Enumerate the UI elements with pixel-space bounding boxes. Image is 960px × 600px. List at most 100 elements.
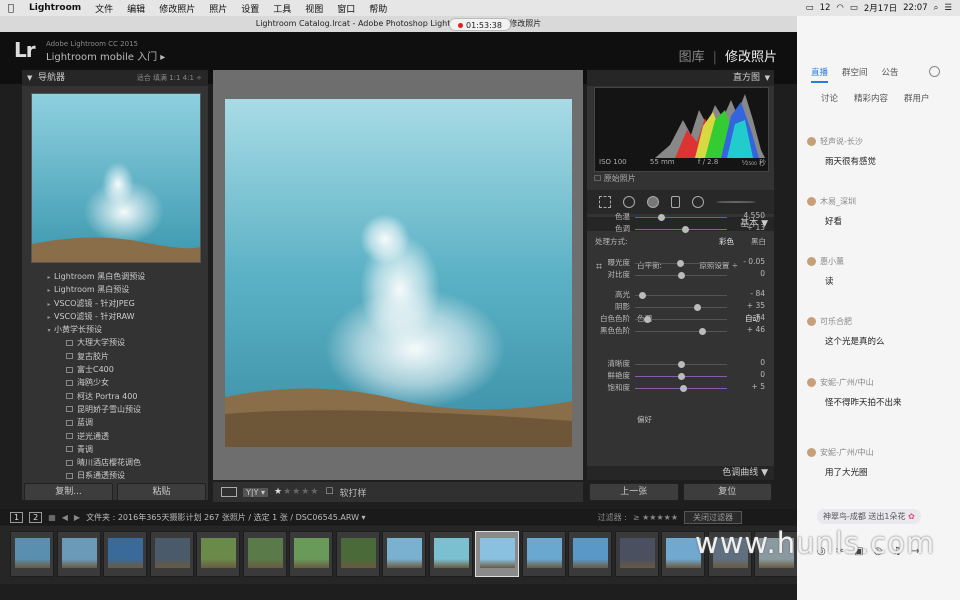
apple-icon[interactable]:  <box>0 3 22 14</box>
rating-stars[interactable]: ★★★★★ <box>274 487 319 497</box>
slider-track[interactable] <box>635 217 727 218</box>
filmstrip-thumbnail[interactable] <box>196 531 240 577</box>
radial-filter-icon[interactable] <box>692 196 704 208</box>
slider-value[interactable]: + 5 <box>752 382 765 391</box>
menu-list-icon[interactable]: ☰ <box>944 3 952 13</box>
menu-settings[interactable]: 设置 <box>234 2 266 15</box>
avatar[interactable] <box>807 378 816 387</box>
slider-value[interactable]: 4,550 <box>744 211 765 220</box>
preset-item[interactable]: 复古胶片 <box>22 350 208 363</box>
slider-knob[interactable] <box>677 260 685 267</box>
avatar[interactable] <box>807 257 816 266</box>
preset-item[interactable]: 昆明娇子雪山预设 <box>22 403 208 416</box>
mobile-link[interactable]: Lightroom mobile 入门 ▸ <box>46 48 165 63</box>
subtab-members[interactable]: 群用户 <box>904 92 930 104</box>
chat-user[interactable]: 安妮-广州/中山 <box>807 447 957 458</box>
disclosure-icon[interactable]: ▸ <box>44 271 54 284</box>
chat-user[interactable]: 惠小薰 <box>807 256 957 267</box>
menu-tools[interactable]: 工具 <box>266 2 298 15</box>
avatar[interactable] <box>807 137 816 146</box>
slider-knob[interactable] <box>681 226 689 233</box>
tab-group-space[interactable]: 群空间 <box>842 66 868 83</box>
filmstrip-thumbnail[interactable] <box>149 531 194 577</box>
treatment-bw[interactable]: 黑白 <box>751 236 766 247</box>
preset-item[interactable]: ▾ 小黄学长预设 <box>22 323 208 336</box>
status-badge[interactable]: 12 <box>820 3 831 13</box>
slider-value[interactable]: 0 <box>760 370 765 379</box>
disclosure-icon[interactable]: ▸ <box>44 311 54 324</box>
filmstrip-thumbnail[interactable] <box>382 531 426 577</box>
preset-item[interactable]: 柯达 Portra 400 <box>22 390 208 403</box>
filter-stars[interactable]: ≥ ★★★★★ <box>633 513 678 522</box>
subtab-discussion[interactable]: 讨论 <box>821 92 838 104</box>
folder-path[interactable]: 文件夹 : 2016年365天摄影计划 267 张照片 / 选定 1 张 / D… <box>86 512 366 523</box>
recording-timer[interactable]: 01:53:38 <box>449 18 511 31</box>
tab-live[interactable]: 直播 <box>811 66 829 83</box>
chat-user[interactable]: 可乐合肥 <box>807 316 957 327</box>
graduated-filter-icon[interactable] <box>671 196 680 208</box>
collapse-icon[interactable]: ▼ <box>27 70 32 86</box>
chat-user[interactable]: 轻声说-长沙 <box>807 136 957 147</box>
red-eye-icon[interactable] <box>647 196 659 208</box>
filmstrip-thumbnail[interactable] <box>103 531 147 577</box>
filmstrip-thumbnail[interactable] <box>475 531 519 577</box>
slider-value[interactable]: + 46 <box>747 325 765 334</box>
slider-knob[interactable] <box>678 373 685 380</box>
filmstrip-thumbnail[interactable] <box>568 531 612 577</box>
image-canvas[interactable] <box>213 70 583 480</box>
slider-knob[interactable] <box>678 361 685 368</box>
wifi-icon[interactable]: ◠ <box>836 3 843 13</box>
slider-knob[interactable] <box>693 304 701 311</box>
filmstrip-thumbnail[interactable] <box>335 531 380 577</box>
preset-item[interactable]: 大理大学预设 <box>22 336 208 349</box>
slider-value[interactable]: + 13 <box>747 223 765 232</box>
slider-track[interactable] <box>635 295 727 296</box>
preset-item[interactable]: ▸ VSCO滤镜 - 针对RAW <box>22 310 208 323</box>
zoom-options[interactable]: 适合 填满 1:1 4:1 ÷ <box>137 70 202 86</box>
histogram[interactable]: ISO 100 55 mm f / 2.8 ¹⁄₂₅₀₀ 秒 <box>594 87 769 172</box>
preset-item[interactable]: 富士C400 <box>22 363 208 376</box>
menu-file[interactable]: 文件 <box>88 2 120 15</box>
back-arrow-icon[interactable]: ◀ <box>62 513 68 522</box>
slider-track[interactable] <box>635 307 727 308</box>
collapse-icon[interactable]: ▼ <box>765 70 770 86</box>
subtab-highlights[interactable]: 精彩内容 <box>854 92 888 104</box>
screen-icon[interactable]: ▭ <box>806 3 814 13</box>
avatar[interactable] <box>807 197 816 206</box>
tab-announcement[interactable]: 公告 <box>882 66 899 83</box>
filmstrip-thumbnail[interactable] <box>521 531 566 577</box>
filmstrip-thumbnail[interactable] <box>289 531 333 577</box>
histogram-header[interactable]: 直方图 ▼ <box>587 70 774 86</box>
slider-value[interactable]: 0 <box>760 269 765 278</box>
filmstrip-thumbnail[interactable] <box>10 531 54 577</box>
disclosure-icon[interactable]: ▸ <box>44 298 54 311</box>
brush-slider[interactable] <box>716 201 756 203</box>
disclosure-icon[interactable]: ▸ <box>44 284 54 297</box>
navigator-preview[interactable] <box>31 93 201 263</box>
menu-develop[interactable]: 修改照片 <box>152 2 202 15</box>
grid-icon[interactable]: ▦ <box>48 513 56 522</box>
filmstrip-thumbnail[interactable] <box>428 531 473 577</box>
preset-item[interactable]: 海鸥少女 <box>22 376 208 389</box>
slider-value[interactable]: 0 <box>760 358 765 367</box>
preset-item[interactable]: ▸ Lightroom 黑白色调预设 <box>22 270 208 283</box>
spot-removal-icon[interactable] <box>623 196 635 208</box>
filmstrip-thumbnail[interactable] <box>614 531 659 577</box>
menu-edit[interactable]: 编辑 <box>120 2 152 15</box>
navigator-header[interactable]: ▼ 导航器 适合 填满 1:1 4:1 ÷ <box>22 70 208 86</box>
slider-knob[interactable] <box>678 272 685 279</box>
avatar[interactable] <box>807 448 816 457</box>
slider-knob[interactable] <box>699 328 707 335</box>
preset-item[interactable]: 逆光通透 <box>22 430 208 443</box>
slider-value[interactable]: - 84 <box>750 289 765 298</box>
date-label[interactable]: 2月17日 <box>864 2 897 14</box>
reset-button[interactable]: 复位 <box>682 483 772 501</box>
crop-tool-icon[interactable] <box>599 196 611 208</box>
disclosure-icon[interactable]: ▾ <box>44 324 54 337</box>
filter-select[interactable]: 关闭过滤器 <box>684 510 742 524</box>
filmstrip-thumbnail[interactable] <box>242 531 287 577</box>
search-icon[interactable]: ⌕ <box>934 3 939 13</box>
preset-item[interactable]: 青调 <box>22 443 208 456</box>
paste-button[interactable]: 粘贴 <box>117 483 206 501</box>
menu-window[interactable]: 窗口 <box>330 2 362 15</box>
